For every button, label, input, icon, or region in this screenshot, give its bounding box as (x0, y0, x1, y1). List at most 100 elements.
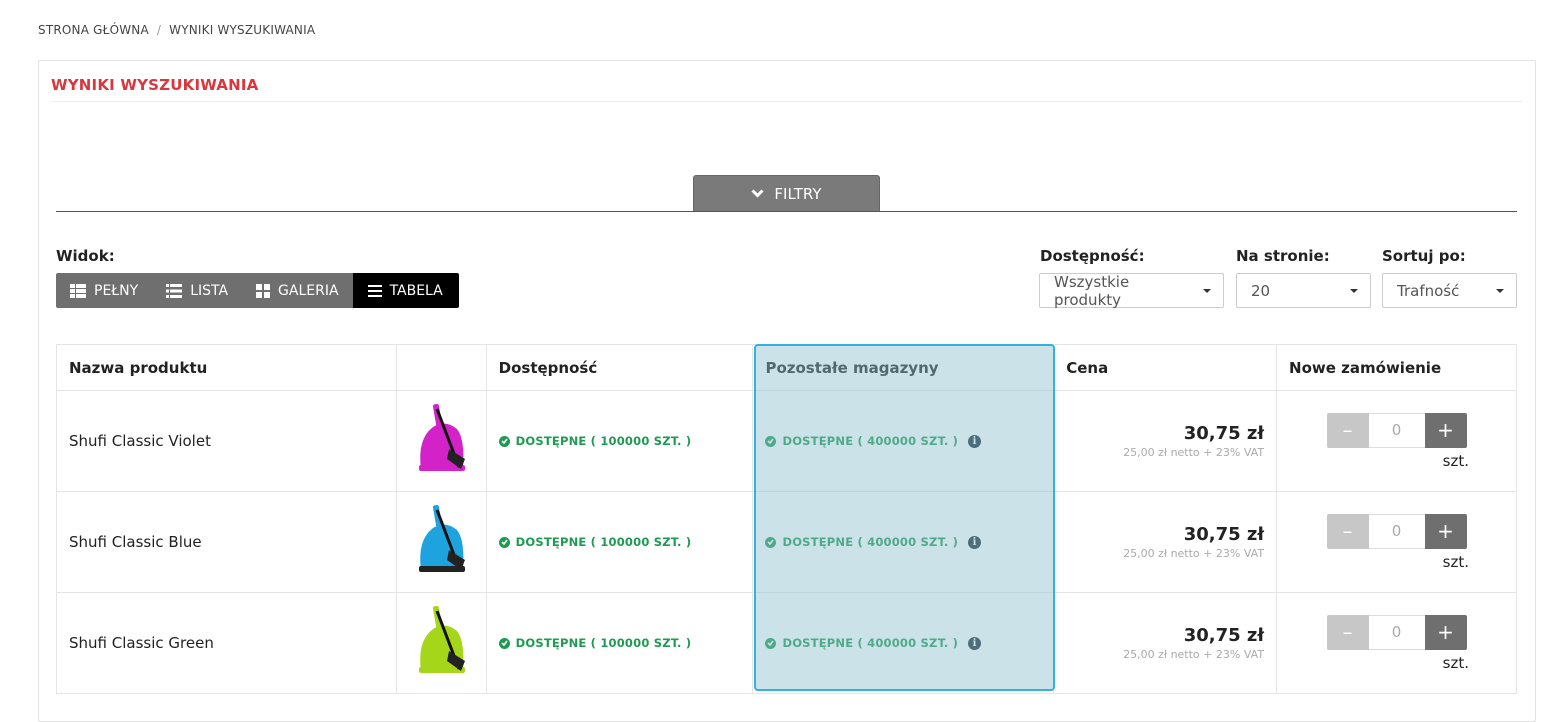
increase-button[interactable]: + (1424, 513, 1467, 549)
view-gallery-label: GALERIA (278, 282, 339, 299)
breadcrumb: STRONA GŁÓWNA / WYNIKI WYSZUKIWANIA (38, 23, 315, 37)
table-row: Shufi Classic Green DOSTĘPNE ( 100000 SZ… (56, 592, 1517, 694)
order-cell: – 0 + szt. (1276, 491, 1517, 593)
check-circle-icon (765, 536, 777, 548)
filters-toggle-button[interactable]: FILTRY (693, 175, 880, 211)
breadcrumb-home-link[interactable]: STRONA GŁÓWNA (38, 23, 149, 37)
dustpan-product-image[interactable] (411, 399, 471, 479)
products-table: Nazwa produktu Dostępność Pozostałe maga… (56, 344, 1517, 694)
header-new-order: Nowe zamówienie (1276, 344, 1517, 391)
other-warehouses-status: DOSTĘPNE ( 400000 SZT. ) i (765, 535, 1041, 549)
per-page-value: 20 (1251, 281, 1271, 300)
quantity-stepper: – 0 + (1289, 513, 1504, 549)
view-full-label: PEŁNY (94, 282, 139, 299)
dustpan-product-image[interactable] (411, 601, 471, 681)
check-circle-icon (498, 637, 510, 649)
info-icon[interactable]: i (968, 535, 982, 549)
quantity-input[interactable]: 0 (1368, 614, 1425, 650)
decrease-button[interactable]: – (1326, 614, 1369, 650)
product-image-cell (395, 491, 487, 593)
unit-label: szt. (1442, 552, 1469, 571)
breadcrumb-separator: / (156, 23, 162, 37)
view-list-label: LISTA (190, 282, 229, 299)
price-gross: 30,75 zł (1183, 423, 1265, 444)
panel-title: WYNIKI WYSZUKIWANIA (51, 76, 259, 94)
availability-cell: DOSTĘPNE ( 100000 SZT. ) (485, 491, 754, 593)
availability-filter-label: Dostępność: (1040, 247, 1145, 265)
sort-value: Trafność (1397, 281, 1460, 300)
table-header-row: Nazwa produktu Dostępność Pozostałe maga… (56, 344, 1517, 391)
quantity-stepper: – 0 + (1289, 614, 1504, 650)
price-gross: 30,75 zł (1183, 524, 1265, 545)
availability-text: DOSTĘPNE ( 100000 SZT. ) (515, 434, 692, 448)
header-image (395, 344, 487, 391)
view-list-button[interactable]: LISTA (152, 273, 243, 308)
view-full-button[interactable]: PEŁNY (56, 273, 153, 308)
availability-cell: DOSTĘPNE ( 100000 SZT. ) (485, 592, 754, 694)
view-table-button[interactable]: TABELA (352, 273, 459, 308)
availability-text: DOSTĘPNE ( 100000 SZT. ) (515, 636, 692, 650)
check-circle-icon (765, 637, 777, 649)
header-price[interactable]: Cena (1053, 344, 1278, 391)
filters-divider (56, 211, 1517, 212)
increase-button[interactable]: + (1424, 412, 1467, 448)
breadcrumb-current: WYNIKI WYSZUKIWANIA (169, 23, 316, 37)
header-other-warehouses[interactable]: Pozostałe magazyny (752, 344, 1055, 391)
view-table-label: TABELA (389, 282, 443, 299)
info-icon[interactable]: i (968, 434, 982, 448)
list-view-icon (166, 283, 183, 298)
sort-select[interactable]: Trafność (1382, 273, 1517, 308)
availability-text: DOSTĘPNE ( 100000 SZT. ) (515, 535, 692, 549)
product-image-cell (395, 390, 487, 492)
check-circle-icon (765, 435, 777, 447)
product-name-link[interactable]: Shufi Classic Blue (56, 491, 397, 593)
availability-status: DOSTĘPNE ( 100000 SZT. ) (498, 434, 741, 448)
availability-status: DOSTĘPNE ( 100000 SZT. ) (498, 535, 741, 549)
caret-down-icon (1203, 288, 1211, 293)
view-gallery-button[interactable]: GALERIA (242, 273, 353, 308)
view-label: Widok: (56, 247, 115, 265)
other-warehouses-text: DOSTĘPNE ( 400000 SZT. ) (782, 636, 959, 650)
info-icon[interactable]: i (968, 636, 982, 650)
table-view-icon (367, 284, 382, 297)
other-warehouses-cell: DOSTĘPNE ( 400000 SZT. ) i (752, 491, 1055, 593)
header-product-name[interactable]: Nazwa produktu (56, 344, 397, 391)
other-warehouses-text: DOSTĘPNE ( 400000 SZT. ) (782, 535, 959, 549)
product-name-link[interactable]: Shufi Classic Green (56, 592, 397, 694)
price-gross: 30,75 zł (1183, 625, 1265, 646)
product-image-cell (395, 592, 487, 694)
caret-down-icon (1496, 288, 1504, 293)
divider (51, 101, 1523, 102)
decrease-button[interactable]: – (1326, 412, 1369, 448)
dustpan-product-image[interactable] (411, 500, 471, 580)
other-warehouses-status: DOSTĘPNE ( 400000 SZT. ) i (765, 636, 1041, 650)
availability-cell: DOSTĘPNE ( 100000 SZT. ) (485, 390, 754, 492)
check-circle-icon (498, 435, 510, 447)
unit-label: szt. (1442, 451, 1469, 470)
decrease-button[interactable]: – (1326, 513, 1369, 549)
caret-down-icon (1350, 288, 1358, 293)
order-cell: – 0 + szt. (1276, 592, 1517, 694)
product-name-link[interactable]: Shufi Classic Violet (56, 390, 397, 492)
quantity-input[interactable]: 0 (1368, 513, 1425, 549)
other-warehouses-cell: DOSTĘPNE ( 400000 SZT. ) i (752, 592, 1055, 694)
per-page-label: Na stronie: (1236, 247, 1330, 265)
view-switcher: PEŁNY LISTA GALERIA TABELA (56, 273, 459, 308)
availability-filter-select[interactable]: Wszystkie produkty (1039, 273, 1224, 309)
price-net: 25,00 zł netto + 23% VAT (1123, 547, 1265, 560)
sort-label: Sortuj po: (1382, 247, 1466, 265)
quantity-input[interactable]: 0 (1368, 412, 1425, 448)
full-view-icon (70, 283, 86, 298)
price-cell: 30,75 zł 25,00 zł netto + 23% VAT (1053, 592, 1278, 694)
table-row: Shufi Classic Blue DOSTĘPNE ( 100000 SZT… (56, 491, 1517, 593)
price-cell: 30,75 zł 25,00 zł netto + 23% VAT (1053, 390, 1278, 492)
chevron-down-icon (751, 189, 764, 198)
filters-label: FILTRY (774, 184, 822, 203)
quantity-stepper: – 0 + (1289, 412, 1504, 448)
per-page-select[interactable]: 20 (1236, 273, 1371, 308)
other-warehouses-status: DOSTĘPNE ( 400000 SZT. ) i (765, 434, 1041, 448)
unit-label: szt. (1442, 653, 1469, 672)
check-circle-icon (498, 536, 510, 548)
increase-button[interactable]: + (1424, 614, 1467, 650)
header-availability[interactable]: Dostępność (485, 344, 754, 391)
